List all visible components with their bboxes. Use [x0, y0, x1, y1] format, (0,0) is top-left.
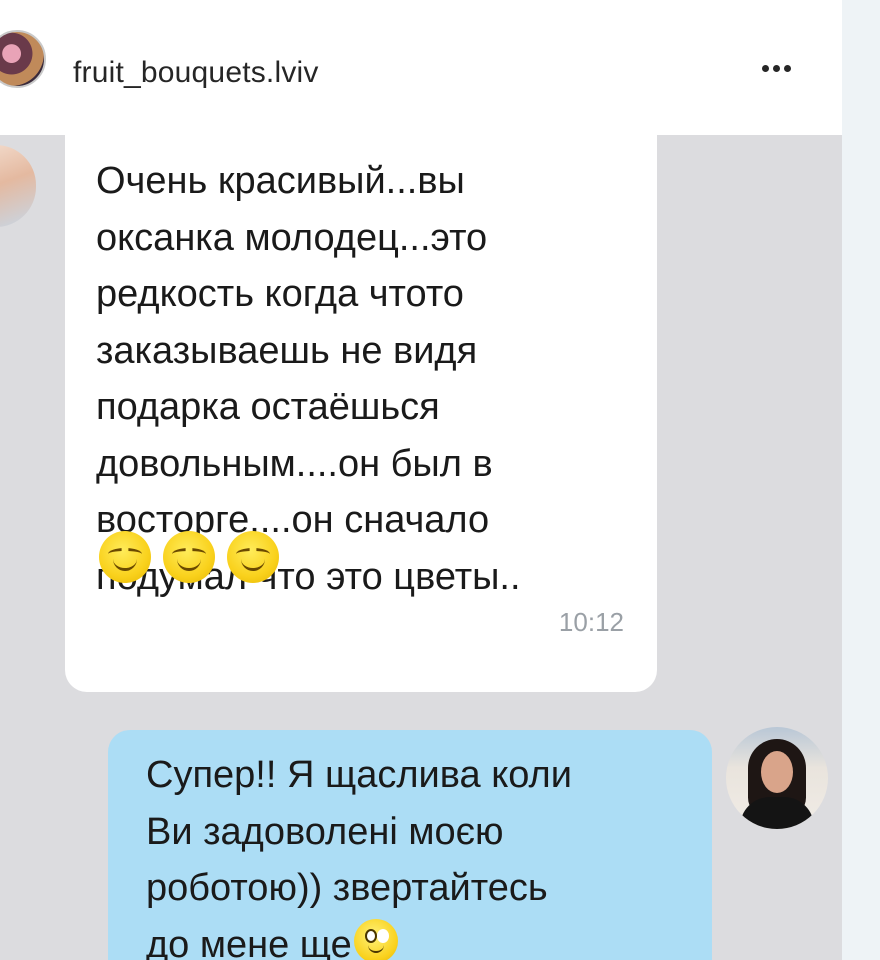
message-line: Очень красивый...вы [96, 160, 465, 202]
message-line: редкость когда чтото [96, 273, 464, 315]
outgoing-message-text: Супер!! Я щаслива коли Ви задоволені моє… [146, 747, 686, 960]
right-edge-strip [842, 0, 880, 960]
happy-face-icon [353, 918, 398, 960]
smiling-face-icon [163, 531, 215, 583]
account-name[interactable]: fruit_bouquets.lviv [73, 56, 319, 90]
message-line-last: до мене ще [146, 917, 686, 960]
outgoing-sender-avatar[interactable] [726, 727, 828, 829]
more-options-icon [761, 64, 769, 72]
more-options-button[interactable] [752, 48, 800, 88]
smiling-face-icon [227, 531, 279, 583]
message-line: Супер!! Я щаслива коли [146, 754, 572, 796]
message-line: Ви задоволені моєю [146, 810, 504, 853]
message-timestamp: 10:12 [558, 607, 624, 637]
message-line: заказываешь не видя [96, 329, 478, 372]
smiling-face-icon [99, 531, 151, 583]
emoji-row [99, 531, 279, 583]
incoming-message-bubble[interactable]: Очень красивый...вы оксанка молодец...эт… [65, 135, 657, 692]
message-line: до мене ще [146, 923, 352, 960]
message-line: подарка остаёшься [96, 386, 440, 428]
message-line: оксанка молодец...это [96, 216, 488, 259]
message-line: довольным....он был в [96, 442, 493, 485]
post-header: fruit_bouquets.lviv [0, 0, 842, 135]
outgoing-message-bubble[interactable]: Супер!! Я щаслива коли Ви задоволені моє… [108, 730, 712, 960]
chat-area: Очень красивый...вы оксанка молодец...эт… [0, 135, 842, 960]
message-line: роботою)) звертайтесь [146, 867, 548, 909]
incoming-sender-avatar[interactable] [0, 145, 36, 227]
profile-avatar[interactable] [0, 30, 46, 88]
more-options-icon [783, 64, 791, 72]
avatar-face [761, 751, 793, 793]
more-options-icon [772, 64, 780, 72]
